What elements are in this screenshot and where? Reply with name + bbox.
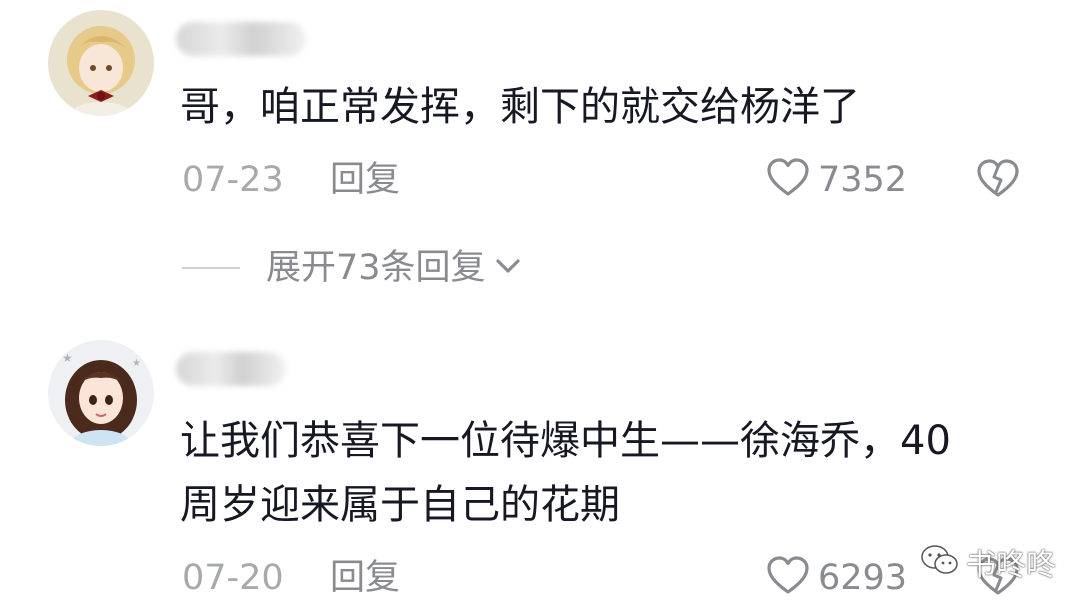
comment-text-line-2: 周岁迎来属于自己的花期	[180, 482, 620, 528]
like-button[interactable]: 7352	[766, 158, 907, 202]
expand-divider-line	[182, 267, 240, 269]
chevron-down-icon	[494, 256, 522, 280]
comment-date: 07-20	[182, 558, 284, 598]
expand-replies-label: 展开73条回复	[266, 248, 486, 288]
reply-button[interactable]: 回复	[330, 160, 400, 200]
dislike-button[interactable]	[976, 159, 1020, 203]
comment-date: 07-23	[182, 160, 284, 200]
commenter-avatar[interactable]: ★ ★	[48, 340, 154, 446]
svg-text:★: ★	[132, 358, 141, 369]
username-blurred[interactable]	[176, 22, 306, 56]
wechat-icon	[920, 543, 960, 581]
reply-button[interactable]: 回复	[330, 558, 400, 598]
avatar-cartoon-girl-image: ★ ★	[48, 340, 154, 446]
watermark: 书咚咚	[920, 540, 1056, 584]
broken-heart-icon	[976, 557, 1020, 601]
comment-text-line-1: 让我们恭喜下一位待爆中生——徐海乔，40	[180, 418, 951, 464]
commenter-avatar[interactable]	[48, 10, 154, 116]
like-count: 7352	[818, 160, 908, 200]
broken-heart-icon	[976, 159, 1020, 203]
username-blurred[interactable]	[176, 352, 286, 386]
svg-text:★: ★	[62, 351, 73, 365]
like-button[interactable]: 6293	[766, 556, 907, 600]
expand-replies-button[interactable]: 展开73条回复	[182, 248, 522, 288]
heart-icon	[766, 556, 810, 600]
watermark-text: 书咚咚	[966, 548, 1056, 583]
heart-icon	[766, 158, 810, 202]
like-count: 6293	[818, 558, 908, 598]
comment-text: 哥，咱正常发挥，剩下的就交给杨洋了	[180, 84, 860, 130]
avatar-anime-girl-image	[48, 10, 154, 116]
